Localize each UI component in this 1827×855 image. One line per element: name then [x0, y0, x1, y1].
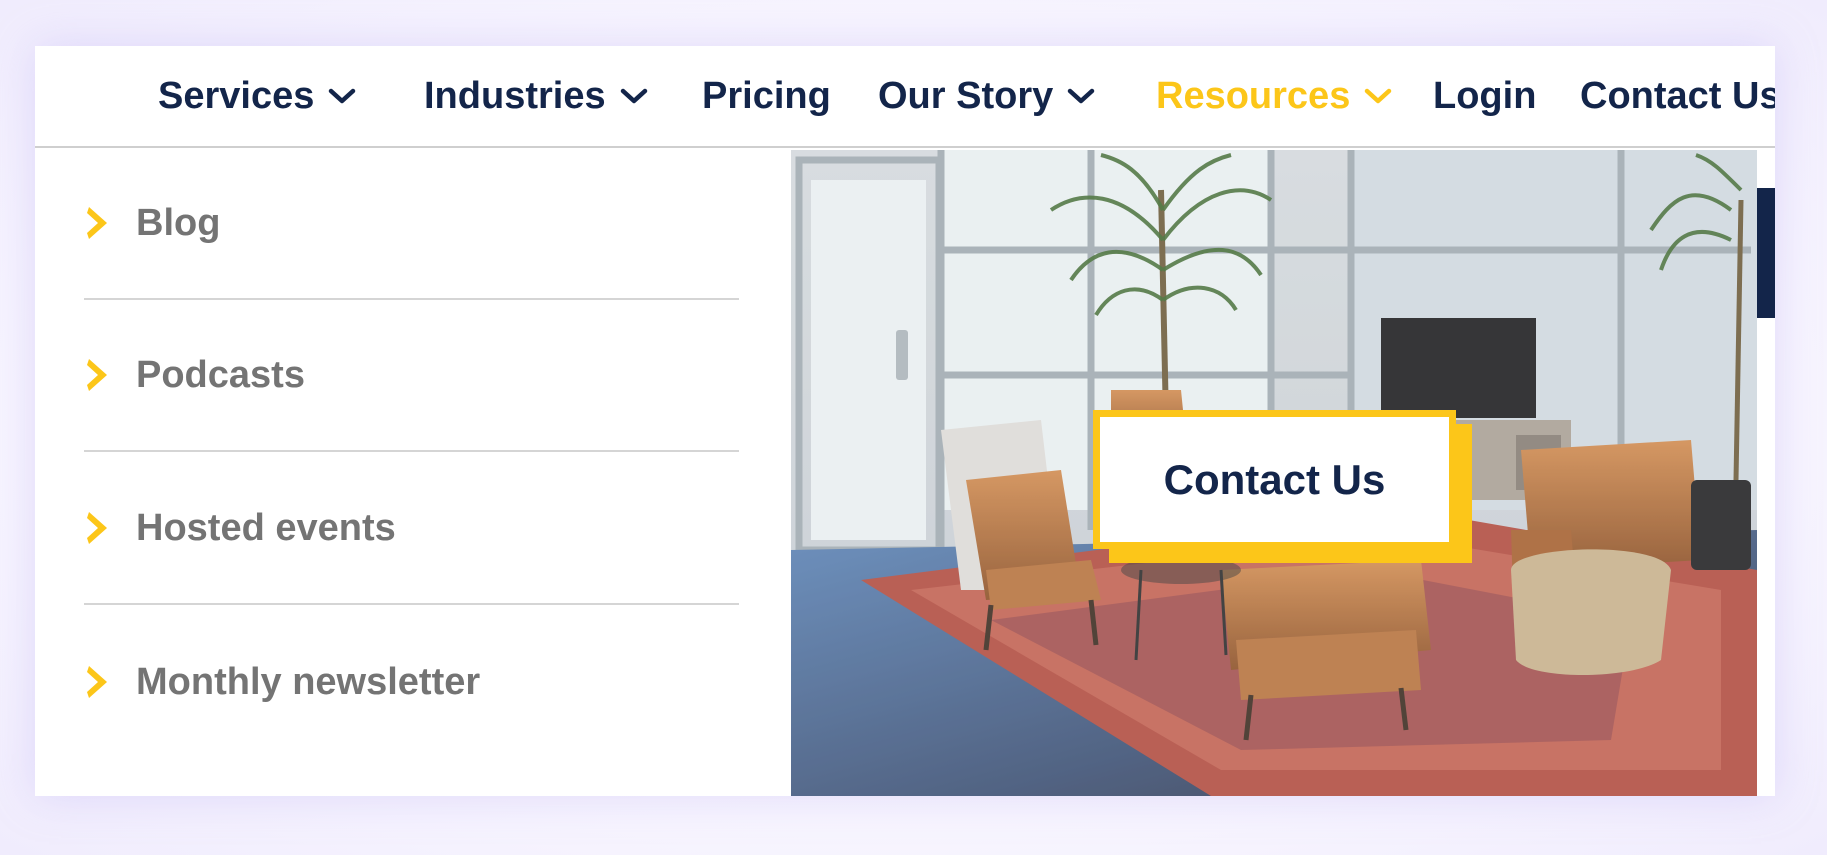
nav-item-industries[interactable]: Industries [424, 46, 648, 146]
nav-item-label: Services [158, 74, 315, 117]
side-tab [1757, 188, 1775, 318]
menu-item-label: Hosted events [136, 506, 396, 549]
nav-item-contact-us[interactable]: Contact Us [1580, 46, 1775, 146]
main-nav: Services Industries Pricing Our Story Re… [35, 46, 1775, 148]
resources-dropdown: Blog Podcasts Hosted events Monthly news… [35, 148, 790, 796]
nav-item-services[interactable]: Services [158, 46, 356, 146]
chevron-down-icon [620, 87, 648, 105]
menu-item-monthly-newsletter[interactable]: Monthly newsletter [84, 606, 739, 758]
menu-item-hosted-events[interactable]: Hosted events [84, 453, 739, 605]
chevron-right-icon [84, 355, 114, 395]
menu-item-label: Blog [136, 201, 221, 244]
nav-item-our-story[interactable]: Our Story [878, 46, 1095, 146]
chevron-right-icon [84, 662, 114, 702]
contact-us-button[interactable]: Contact Us [1093, 410, 1456, 549]
menu-item-podcasts[interactable]: Podcasts [84, 300, 739, 452]
chevron-right-icon [84, 203, 114, 243]
menu-item-blog[interactable]: Blog [84, 148, 739, 300]
nav-item-label: Pricing [702, 74, 831, 117]
nav-item-label: Industries [424, 74, 606, 117]
site-header-panel: Services Industries Pricing Our Story Re… [35, 46, 1775, 796]
nav-item-resources[interactable]: Resources [1156, 46, 1392, 146]
menu-item-label: Monthly newsletter [136, 660, 481, 703]
menu-item-label: Podcasts [136, 353, 305, 396]
chevron-down-icon [328, 87, 356, 105]
chevron-down-icon [1067, 87, 1095, 105]
nav-item-label: Resources [1156, 74, 1351, 117]
chevron-down-icon [1364, 87, 1392, 105]
nav-item-label: Login [1433, 74, 1537, 117]
nav-item-login[interactable]: Login [1433, 46, 1536, 146]
chevron-right-icon [84, 508, 114, 548]
nav-item-pricing[interactable]: Pricing [702, 46, 831, 146]
nav-item-label: Our Story [878, 74, 1054, 117]
nav-item-label: Contact Us [1580, 74, 1775, 117]
